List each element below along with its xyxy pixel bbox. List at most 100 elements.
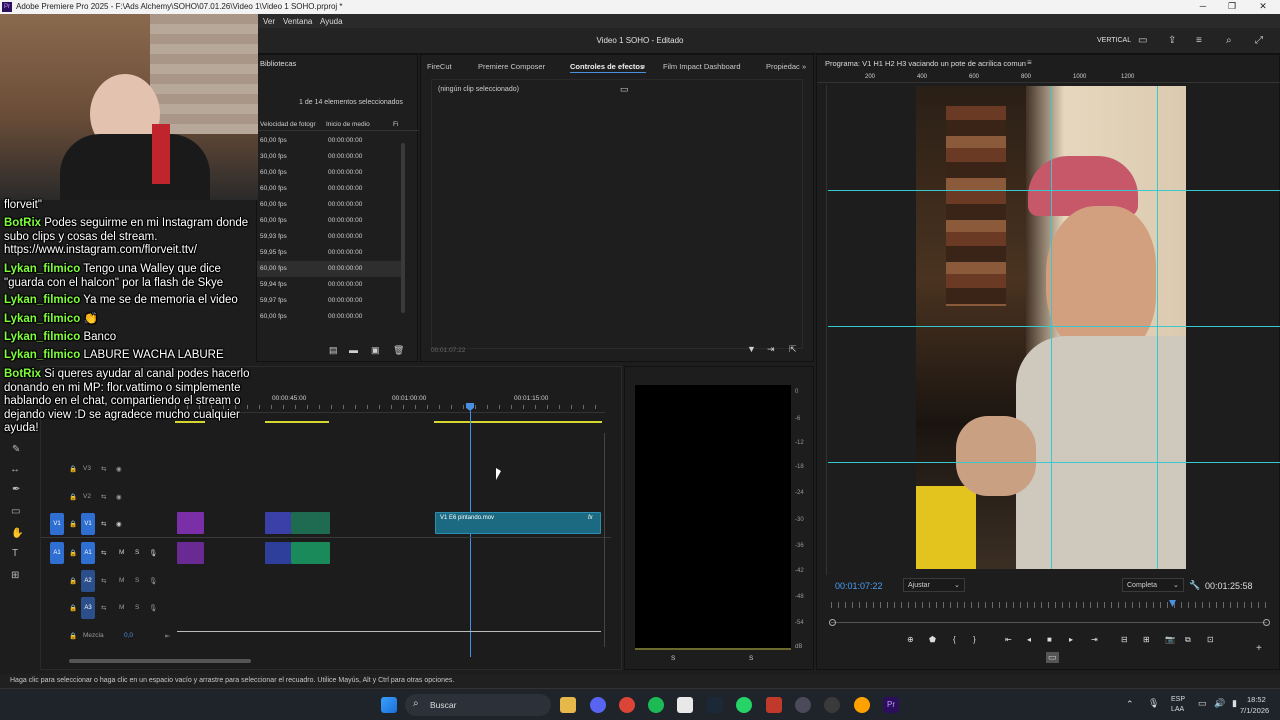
more-tabs-icon[interactable]: »: [802, 62, 806, 71]
mark-in-icon[interactable]: {: [953, 635, 956, 644]
hand-tool-icon[interactable]: ✋: [11, 528, 23, 539]
compare-icon[interactable]: ⧉: [1185, 635, 1191, 645]
project-row[interactable]: 60,00 fps 00:00:00:00: [257, 181, 402, 197]
tab-properties[interactable]: Propiedac: [766, 62, 800, 71]
play-audio-icon[interactable]: ⇥: [767, 344, 775, 355]
filter-icon[interactable]: ▼: [747, 344, 756, 354]
panel-icon[interactable]: ▭: [1138, 35, 1147, 46]
project-row[interactable]: 60,00 fps 00:00:00:00: [257, 133, 402, 149]
tray-chevron-icon[interactable]: ⌃: [1126, 699, 1134, 710]
column-fi[interactable]: Fi: [393, 121, 398, 128]
tab-firecut[interactable]: FireCut: [427, 62, 452, 71]
sync-icon[interactable]: ⇆: [101, 465, 106, 473]
pen-tool-icon[interactable]: ✒: [12, 484, 20, 495]
video-clip[interactable]: [291, 512, 330, 534]
lock-icon[interactable]: 🔒: [69, 465, 77, 473]
lock-icon[interactable]: 🔒: [69, 520, 77, 528]
language-code[interactable]: ESP: [1171, 696, 1185, 703]
tab-bibliotecas[interactable]: Bibliotecas: [260, 59, 296, 68]
settings-icon[interactable]: ≡: [1196, 35, 1202, 46]
quality-dropdown[interactable]: Completa ⌄: [1122, 578, 1184, 592]
clock-time[interactable]: 18:52: [1247, 695, 1266, 704]
mic-tray-icon[interactable]: 🎙: [1148, 698, 1159, 709]
taskbar-search[interactable]: ⌕ Buscar: [405, 694, 551, 716]
vr-icon[interactable]: ⊡: [1207, 635, 1214, 644]
clock-date[interactable]: 7/1/2026: [1240, 706, 1269, 715]
stop-icon[interactable]: ■: [1047, 635, 1052, 644]
windows-start-icon[interactable]: [381, 697, 397, 713]
add-button-icon[interactable]: +: [1256, 643, 1262, 654]
close-icon[interactable]: ✕: [1256, 1, 1270, 12]
project-row[interactable]: 59,95 fps 00:00:00:00: [257, 245, 402, 261]
sync-icon[interactable]: ⇆: [101, 577, 106, 585]
trash-icon[interactable]: 🗑: [393, 345, 404, 356]
video-clip[interactable]: [265, 512, 291, 534]
mix-end-icon[interactable]: ⇤: [165, 632, 170, 640]
discord-icon[interactable]: [590, 697, 606, 713]
project-row[interactable]: 60,00 fps 00:00:00:00: [257, 165, 402, 181]
lock-icon[interactable]: 🔒: [69, 549, 77, 557]
program-title[interactable]: Programa: V1 H1 H2 H3 vaciando un pote d…: [825, 59, 1026, 68]
slip-tool-icon[interactable]: ↔: [10, 464, 20, 475]
project-row[interactable]: 59,93 fps 00:00:00:00: [257, 229, 402, 245]
lock-icon[interactable]: 🔒: [69, 493, 77, 501]
project-row[interactable]: 60,00 fps 00:00:00:00: [257, 213, 402, 229]
vertical-scrollbar[interactable]: [604, 433, 610, 647]
program-menu-icon[interactable]: ≡: [1027, 58, 1032, 67]
text-tool-icon[interactable]: T: [12, 548, 18, 559]
app-icon[interactable]: [795, 697, 811, 713]
lock-icon[interactable]: 🔒: [69, 577, 77, 585]
track-label-a3[interactable]: A3: [81, 597, 95, 619]
audio-clip[interactable]: [291, 542, 330, 564]
project-row[interactable]: 60,00 fps 00:00:00:00: [257, 309, 402, 325]
project-row[interactable]: 60,00 fps 00:00:00:00: [257, 261, 402, 277]
language-layout[interactable]: LAA: [1171, 706, 1184, 713]
search-icon[interactable]: ⌕: [1226, 35, 1232, 46]
chrome-icon[interactable]: [619, 697, 635, 713]
tab-premiere-composer[interactable]: Premiere Composer: [478, 62, 545, 71]
solo-button[interactable]: S: [135, 604, 139, 611]
sync-icon[interactable]: ⇆: [101, 520, 106, 528]
new-bin-icon[interactable]: ▬: [349, 345, 358, 355]
network-icon[interactable]: ▭: [1198, 698, 1207, 709]
mute-button[interactable]: M: [119, 577, 124, 584]
solo-right-button[interactable]: S: [749, 655, 753, 662]
column-media-start[interactable]: Inicio de medio: [326, 121, 370, 128]
effects-timecode[interactable]: 00:01:07:22: [431, 347, 465, 354]
spotify-icon[interactable]: [648, 697, 664, 713]
file-explorer-icon[interactable]: [560, 697, 576, 713]
lock-icon[interactable]: 🔒: [69, 632, 77, 640]
camera-icon[interactable]: 📷: [1165, 635, 1175, 644]
program-timecode[interactable]: 00:01:07:22: [835, 581, 883, 591]
battery-icon[interactable]: ▮: [1232, 698, 1237, 709]
track-label-a1[interactable]: A1: [81, 542, 95, 564]
mic-icon[interactable]: 🎙: [149, 577, 157, 585]
mark-out-icon[interactable]: }: [973, 635, 976, 644]
project-row[interactable]: 30,00 fps 00:00:00:00: [257, 149, 402, 165]
mix-volume-value[interactable]: 0,0: [124, 632, 133, 639]
lift-icon[interactable]: ⊕: [907, 635, 914, 644]
column-framerate[interactable]: Velocidad de fotogr: [260, 121, 316, 128]
solo-button[interactable]: S: [135, 549, 139, 556]
insert-icon[interactable]: ⊟: [1121, 635, 1128, 644]
guide-line[interactable]: [828, 462, 1280, 463]
sync-icon[interactable]: ⇆: [101, 549, 106, 557]
rectangle-tool-icon[interactable]: ▭: [11, 506, 20, 517]
horizontal-scrollbar[interactable]: [69, 659, 251, 663]
voicemod-icon[interactable]: [766, 697, 782, 713]
razor-tool-icon[interactable]: ✎: [12, 444, 20, 455]
eye-icon[interactable]: ◉: [116, 465, 122, 473]
audio-clip[interactable]: [265, 542, 291, 564]
share-icon[interactable]: ⇪: [1168, 35, 1176, 46]
go-to-out-icon[interactable]: ⇥: [1091, 635, 1098, 644]
mic-icon[interactable]: 🎙: [149, 549, 157, 557]
sync-icon[interactable]: ⇆: [101, 493, 106, 501]
wrench-icon[interactable]: 🔧: [1189, 580, 1200, 591]
project-row[interactable]: 59,97 fps 00:00:00:00: [257, 293, 402, 309]
audio-clip[interactable]: [177, 542, 204, 564]
fx-badge[interactable]: fx: [588, 515, 593, 521]
minimize-icon[interactable]: ─: [1196, 1, 1210, 11]
export-icon[interactable]: ⇱: [789, 344, 797, 355]
sync-icon[interactable]: ⇆: [101, 604, 106, 612]
step-forward-icon[interactable]: ▸: [1069, 635, 1073, 644]
